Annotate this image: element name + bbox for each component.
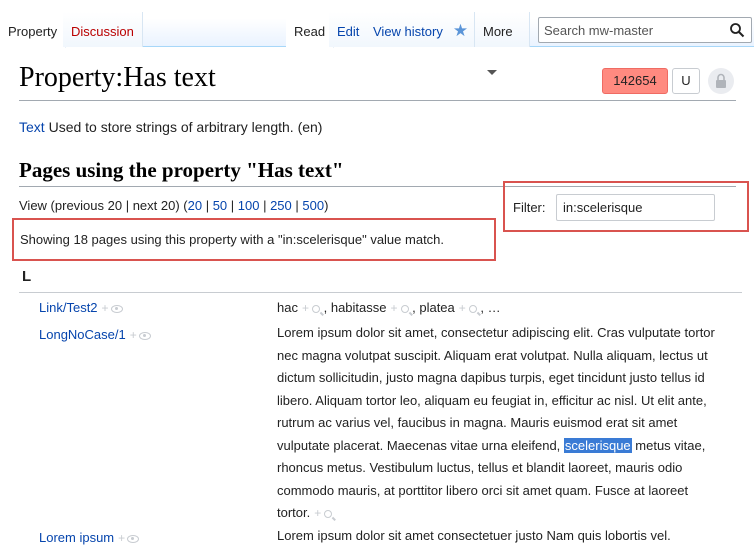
eye-icon[interactable] [110, 304, 123, 313]
plus-icon[interactable]: + [102, 301, 109, 315]
value-item: hac [277, 300, 298, 315]
plus-icon[interactable]: + [314, 506, 321, 520]
plus-icon[interactable]: + [130, 328, 137, 342]
tab-discussion-label: Discussion [71, 24, 134, 39]
tab-property[interactable]: Property [0, 12, 67, 48]
value-item: , habitasse [323, 300, 387, 315]
search-icon[interactable] [311, 304, 320, 313]
limit-250-link[interactable]: 250 [270, 198, 292, 213]
tab-edit[interactable]: Edit [329, 12, 369, 47]
lock-icon[interactable] [708, 68, 734, 94]
letter-heading: L [22, 268, 32, 285]
value-text: Lorem ipsum dolor sit amet, consectetur … [277, 325, 715, 453]
list-item: Link/Test2 + [39, 300, 123, 315]
page-link[interactable]: Lorem ipsum [39, 530, 114, 545]
entity-count-badge[interactable]: 142654 [602, 68, 668, 94]
tab-read-label: Read [294, 24, 326, 39]
view-nav-suffix: ) [324, 198, 329, 213]
value-item: , platea [412, 300, 455, 315]
search-input[interactable] [539, 18, 724, 42]
tab-view-history-label: View history [373, 24, 443, 39]
filter-input[interactable] [556, 194, 715, 221]
letter-divider [19, 292, 742, 293]
plus-icon[interactable]: + [459, 301, 466, 315]
filter-label: Filter: [513, 200, 546, 215]
search-match-highlight: scelerisque [563, 437, 632, 453]
tab-view-history[interactable]: View history [365, 12, 452, 47]
search-icon[interactable] [468, 304, 477, 313]
row-values: hac + , habitasse + , platea + , … [277, 297, 727, 320]
watch-button[interactable]: ★ [447, 12, 475, 47]
type-link[interactable]: Text [19, 119, 45, 135]
value-text: Lorem ipsum dolor sit amet consectetuer … [277, 528, 671, 543]
page-title: Property:Has text [19, 62, 216, 93]
showing-count-text: Showing 18 pages using this property wit… [20, 232, 445, 247]
filter-highlight-box: Filter: [503, 181, 749, 232]
section-heading: Pages using the property "Has text" [19, 158, 344, 182]
indicator-u[interactable]: U [672, 68, 700, 94]
limit-100-link[interactable]: 100 [238, 198, 260, 213]
more-label: More [483, 24, 513, 39]
list-item: Lorem ipsum + [39, 530, 140, 545]
page-link[interactable]: LongNoCase/1 [39, 327, 126, 342]
view-navigation: View (previous 20 | next 20) (20 | 50 | … [19, 198, 329, 213]
star-icon: ★ [452, 21, 469, 40]
limit-500-link[interactable]: 500 [302, 198, 324, 213]
search-icon[interactable] [729, 22, 745, 38]
page-link[interactable]: Link/Test2 [39, 300, 98, 315]
plus-icon[interactable]: + [390, 301, 397, 315]
plus-icon[interactable]: + [302, 301, 309, 315]
search-icon[interactable] [400, 304, 409, 313]
chevron-down-icon [487, 70, 497, 76]
search-box [538, 17, 752, 43]
tab-discussion[interactable]: Discussion [63, 12, 143, 47]
top-tab-bar: Property Discussion Read Edit View histo… [0, 0, 754, 76]
more-menu[interactable]: More [475, 12, 530, 76]
limit-50-link[interactable]: 50 [213, 198, 227, 213]
eye-icon[interactable] [138, 331, 151, 340]
limit-20-link[interactable]: 20 [188, 198, 202, 213]
eye-icon[interactable] [127, 534, 140, 543]
view-nav-prefix: View (previous 20 | next 20) ( [19, 198, 188, 213]
plus-icon[interactable]: + [118, 531, 125, 545]
search-icon[interactable] [324, 509, 333, 518]
row-values: Lorem ipsum dolor sit amet consectetuer … [277, 525, 727, 548]
title-divider [19, 100, 736, 101]
list-item: LongNoCase/1 + [39, 327, 151, 342]
tab-property-label: Property [8, 24, 58, 39]
value-item: , … [480, 300, 501, 315]
property-description: Text Used to store strings of arbitrary … [19, 119, 322, 135]
showing-highlight-box: Showing 18 pages using this property wit… [12, 218, 496, 261]
tab-read[interactable]: Read [286, 12, 335, 48]
description-text: Used to store strings of arbitrary lengt… [44, 119, 323, 135]
row-values: Lorem ipsum dolor sit amet, consectetur … [277, 322, 727, 525]
tab-edit-label: Edit [337, 24, 360, 39]
